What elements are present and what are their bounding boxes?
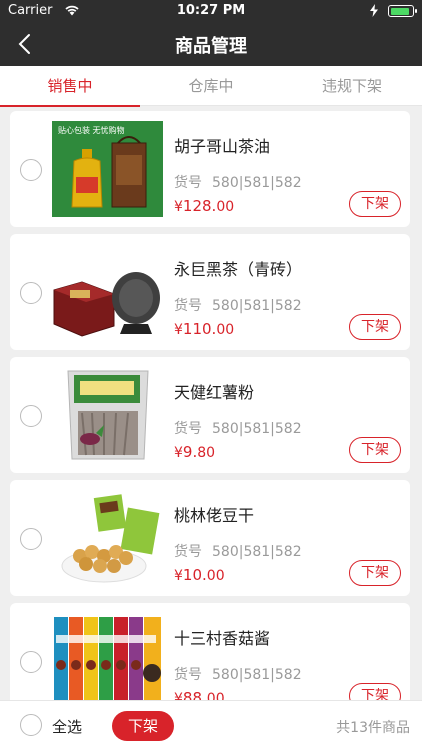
tab-in-warehouse[interactable]: 仓库中: [141, 66, 281, 106]
product-name: 十三村香菇酱: [174, 629, 271, 648]
status-bar: Carrier 10:27 PM: [0, 0, 422, 22]
tab-bar: 销售中 仓库中 违规下架: [0, 66, 422, 107]
bottom-action-bar: 全选 下架 共13件商品: [0, 700, 422, 750]
product-name: 天健红薯粉: [174, 383, 255, 402]
product-image: [52, 490, 163, 586]
product-name: 胡子哥山茶油: [174, 137, 271, 156]
product-sku: 货号 580|581|582: [174, 544, 302, 560]
product-sku: 货号 580|581|582: [174, 298, 302, 314]
product-sku: 货号 580|581|582: [174, 421, 302, 437]
product-price: ¥10.00: [174, 566, 225, 584]
product-card[interactable]: 桃林佬豆干 货号 580|581|582 ¥10.00 下架: [10, 480, 410, 596]
battery-icon: [388, 5, 417, 17]
select-radio[interactable]: [20, 405, 42, 427]
product-sku: 货号 580|581|582: [174, 175, 302, 191]
delist-button[interactable]: 下架: [349, 437, 401, 463]
select-all-label[interactable]: 全选: [52, 716, 82, 737]
nav-bar: 商品管理: [0, 22, 422, 66]
product-image: 贴心包装 无忧购物: [52, 121, 163, 217]
product-card[interactable]: 贴心包装 无忧购物 胡子哥山茶油 货号 580|581|582 ¥128.00 下…: [10, 111, 410, 227]
delist-button[interactable]: 下架: [349, 191, 401, 217]
product-card[interactable]: 十三村香菇酱 货号 580|581|582 ¥88.00 下架: [10, 603, 410, 700]
product-card[interactable]: 天健红薯粉 货号 580|581|582 ¥9.80 下架: [10, 357, 410, 473]
charging-icon: [370, 4, 378, 17]
delist-button[interactable]: 下架: [349, 314, 401, 340]
product-price: ¥128.00: [174, 197, 235, 215]
product-list: 贴心包装 无忧购物 胡子哥山茶油 货号 580|581|582 ¥128.00 下…: [0, 110, 422, 700]
select-radio[interactable]: [20, 282, 42, 304]
product-price: ¥110.00: [174, 320, 235, 338]
select-radio[interactable]: [20, 159, 42, 181]
page-title: 商品管理: [175, 36, 247, 57]
tab-violation-removed[interactable]: 违规下架: [282, 66, 422, 106]
product-image: [52, 244, 163, 340]
tab-on-sale[interactable]: 销售中: [0, 66, 140, 107]
banner-text: 贴心包装 无忧购物: [58, 125, 125, 135]
select-radio[interactable]: [20, 651, 42, 673]
product-name: 永巨黑茶（青砖）: [174, 260, 303, 279]
select-all-radio[interactable]: [20, 714, 42, 736]
product-price: ¥88.00: [174, 689, 225, 700]
product-price: ¥9.80: [174, 443, 216, 461]
product-name: 桃林佬豆干: [174, 506, 255, 525]
select-radio[interactable]: [20, 528, 42, 550]
status-time: 10:27 PM: [176, 3, 246, 18]
product-image: [52, 367, 163, 463]
delist-button[interactable]: 下架: [349, 560, 401, 586]
total-count: 共13件商品: [336, 720, 410, 736]
bulk-delist-button[interactable]: 下架: [112, 711, 174, 741]
delist-button[interactable]: 下架: [349, 683, 401, 700]
product-card[interactable]: 永巨黑茶（青砖） 货号 580|581|582 ¥110.00 下架: [10, 234, 410, 350]
product-image: [52, 613, 163, 700]
product-sku: 货号 580|581|582: [174, 667, 302, 683]
